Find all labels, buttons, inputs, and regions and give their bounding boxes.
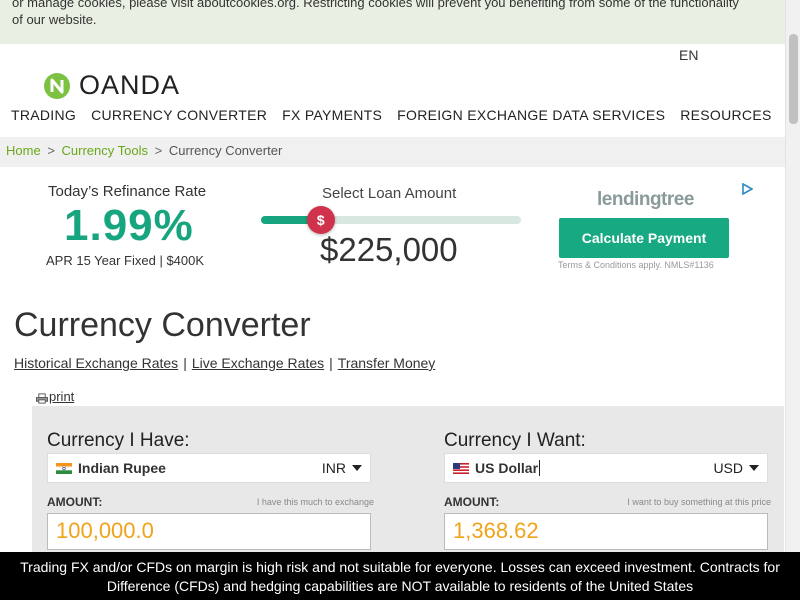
breadcrumb-home[interactable]: Home [6,143,41,158]
currency-have-label: Currency I Have: [47,430,190,451]
scrollbar-thumb[interactable] [789,34,798,124]
cookie-text: or manage cookies, please visit aboutcoo… [12,0,739,27]
ad-rate-subtitle: APR 15 Year Fixed | $400K [46,253,205,268]
adchoices-icon[interactable] [741,183,753,195]
link-divider: | [183,355,187,371]
lendingtree-ad: Today’s Refinance Rate 1.99% APR 15 Year… [0,167,785,287]
nav-currency-converter[interactable]: CURRENCY CONVERTER [91,107,267,123]
nav-trading[interactable]: TRADING [11,107,76,123]
oanda-logo[interactable]: OANDA [43,70,180,101]
currency-want-name: US Dollar [475,460,539,476]
text-cursor [539,460,541,476]
currency-want-code: USD [713,460,743,476]
loan-amount-slider[interactable]: $ [261,206,521,234]
page-title: Currency Converter [14,306,311,344]
nav-fx-payments[interactable]: FX PAYMENTS [282,107,382,123]
ad-terms[interactable]: Terms & Conditions apply. NMLS#1136 [558,260,714,270]
breadcrumb-currency-tools[interactable]: Currency Tools [62,143,148,158]
language-selector[interactable]: EN [679,47,698,63]
main-nav: TRADING CURRENCY CONVERTER FX PAYMENTS F… [11,107,787,123]
risk-warning-text: Trading FX and/or CFDs on margin is high… [20,559,780,594]
ad-rate-title: Today’s Refinance Rate [48,183,207,200]
nav-resources[interactable]: RESOURCES [680,107,771,123]
converter-panel: Currency I Have: Indian Rupee INR AMOUNT… [32,406,784,556]
ad-loan-title: Select Loan Amount [322,185,457,202]
slider-handle[interactable]: $ [306,206,335,234]
currency-have-code: INR [321,460,346,476]
print-label: print [49,389,75,404]
page: or manage cookies, please visit aboutcoo… [0,0,800,600]
lendingtree-logo[interactable]: lendingtree [597,189,694,211]
chevron-down-icon [352,465,362,471]
amount-have-label: AMOUNT: [47,495,103,509]
india-flag-icon [56,462,72,474]
link-divider: | [329,355,333,371]
logo-text: OANDA [79,70,181,100]
amount-want-hint: I want to buy something at this price [627,497,771,507]
currency-want-select[interactable]: US Dollar USD [444,453,768,483]
breadcrumb-separator: > [47,143,55,158]
amount-have-input[interactable]: 100,000.0 [47,513,371,550]
nav-fx-data-services[interactable]: FOREIGN EXCHANGE DATA SERVICES [397,107,665,123]
risk-warning-banner: Trading FX and/or CFDs on margin is high… [0,552,800,600]
currency-have-select[interactable]: Indian Rupee INR [47,453,371,483]
currency-want-label: Currency I Want: [444,430,586,451]
breadcrumb-separator: > [154,143,163,158]
printer-icon [36,393,48,404]
ad-loan-amount: $225,000 [320,231,458,268]
link-transfer-money[interactable]: Transfer Money [338,355,436,371]
amount-want-label: AMOUNT: [444,495,500,509]
converter-links: Historical Exchange Rates | Live Exchang… [14,355,435,371]
amount-have-hint: I have this much to exchange [256,497,374,507]
print-link[interactable]: print [36,389,74,404]
us-flag-icon [453,462,469,474]
chevron-down-icon [749,465,759,471]
breadcrumb-current: Currency Converter [168,143,283,158]
currency-have-name: Indian Rupee [78,460,166,476]
calculate-payment-button[interactable]: Calculate Payment [559,218,729,258]
oanda-logo-icon [44,72,70,99]
cookie-banner: or manage cookies, please visit aboutcoo… [0,0,785,44]
link-historical-rates[interactable]: Historical Exchange Rates [14,355,178,371]
breadcrumb: Home > Currency Tools > Currency Convert… [0,137,785,167]
link-live-rates[interactable]: Live Exchange Rates [192,355,324,371]
ad-rate: 1.99% [64,201,194,250]
amount-want-input[interactable]: 1,368.62 [444,513,768,550]
vertical-scrollbar[interactable] [785,0,800,600]
